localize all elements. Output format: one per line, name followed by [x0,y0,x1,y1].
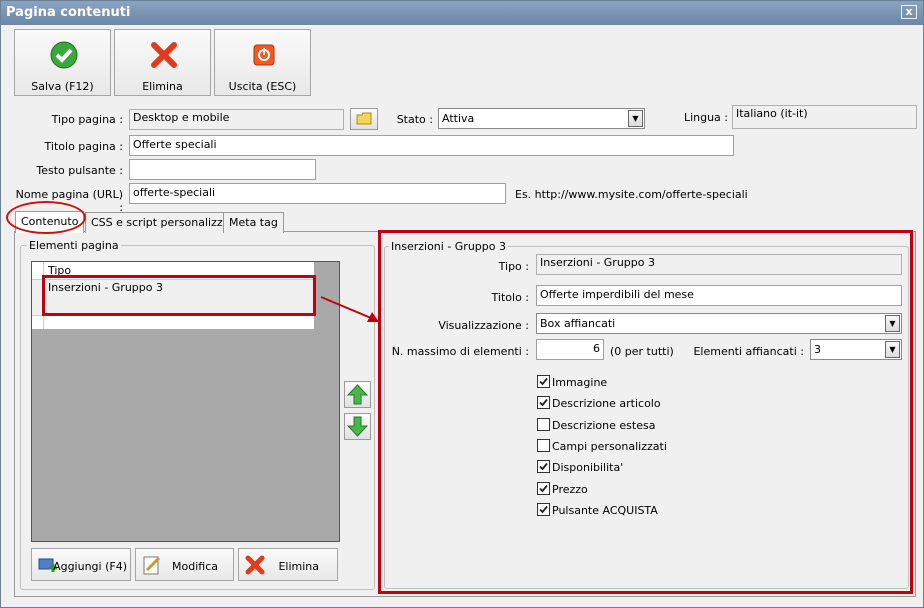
testo-pulsante-input[interactable] [129,159,316,180]
titolo-pagina-label: Titolo pagina : [44,140,123,153]
max-elementi-label: N. massimo di elementi : [391,345,529,358]
checkbox[interactable] [537,481,550,495]
url-example-text: Es. http://www.mysite.com/offerte-specia… [515,188,748,201]
affiancati-select[interactable]: 3 ▼ [810,339,902,360]
checkbox-label: Descrizione articolo [552,397,661,411]
checkbox[interactable] [537,438,550,452]
browse-button[interactable] [350,108,378,130]
titolo-input[interactable]: Offerte imperdibili del mese [536,285,902,306]
add-element-button[interactable]: Aggiungi (F4) [31,548,131,581]
checkbox-label: Immagine [552,376,608,389]
stato-label: Stato : [396,113,433,126]
check-icon [539,463,548,471]
details-group-title: Inserzioni - Gruppo 3 [389,240,508,253]
checkbox-label: Disponibilita' [552,461,624,475]
power-icon [253,44,275,66]
checkbox[interactable] [537,417,550,431]
title-bar: Pagina contenuti x [1,1,923,25]
lingua-label: Lingua : [683,111,728,124]
testo-pulsante-label: Testo pulsante : [36,164,123,177]
window-title: Pagina contenuti [6,5,131,20]
add-element-label: Aggiungi (F4) [53,560,127,573]
delete-element-button[interactable]: Elimina [238,548,338,581]
lingua-field: Italiano (it-it) [732,105,917,129]
arrow-down-icon [347,416,368,437]
max-elementi-hint: (0 per tutti) [610,345,674,358]
elements-group-title: Elementi pagina [27,239,121,252]
move-up-button[interactable] [344,381,371,408]
checkbox[interactable] [537,375,550,388]
chevron-down-icon: ▼ [885,341,900,358]
chevron-down-icon: ▼ [628,110,643,127]
checkbox-label: Prezzo [552,482,588,496]
visualizzazione-label: Visualizzazione : [438,319,529,332]
stato-value: Attiva [442,112,475,125]
delete-page-button[interactable]: Elimina [114,29,211,96]
delete-element-label: Elimina [278,560,319,573]
window: Pagina contenuti x Salva (F12) Elimina U… [0,0,924,608]
edit-element-label: Modifica [172,560,218,573]
titolo-pagina-input[interactable]: Offerte speciali [129,135,734,156]
check-icon [539,505,548,514]
move-down-button[interactable] [344,413,371,440]
checkbox[interactable] [537,396,550,410]
save-button[interactable]: Salva (F12) [14,29,111,96]
list-empty-row [32,316,314,329]
exit-button[interactable]: Uscita (ESC) [214,29,311,96]
delete-x-icon [151,42,177,68]
tipo-label: Tipo : [498,260,529,273]
checkbox[interactable] [537,502,550,516]
tab-meta-tag[interactable]: Meta tag [223,212,284,233]
visualizzazione-value: Box affiancati [540,317,616,330]
tab-css-script[interactable]: CSS e script personalizzati [85,212,243,233]
highlight-ellipse [6,201,86,234]
nome-pagina-input[interactable]: offerte-speciali [129,183,506,204]
checkbox-label: Pulsante ACQUISTA [552,503,658,517]
highlight-rectangle [42,275,316,316]
edit-element-button[interactable]: Modifica [135,548,234,581]
chevron-down-icon: ▼ [885,315,900,332]
check-icon [539,399,548,407]
delete-label: Elimina [142,80,183,93]
checkbox-label: Descrizione estesa [552,418,656,432]
checkbox[interactable] [537,460,550,474]
arrow-up-icon [347,384,368,405]
exit-label: Uscita (ESC) [228,80,297,93]
titolo-label: Titolo : [491,291,529,304]
max-elementi-input[interactable]: 6 [536,339,604,360]
tipo-pagina-label: Tipo pagina : [51,113,123,126]
check-icon [539,484,548,492]
affiancati-value: 3 [814,343,821,356]
close-button[interactable]: x [901,5,917,19]
checkmark-icon [50,41,78,69]
visualizzazione-select[interactable]: Box affiancati ▼ [536,313,902,334]
checkbox-label: Campi personalizzati [552,439,667,453]
save-label: Salva (F12) [31,80,94,93]
affiancati-label: Elementi affiancati : [693,345,804,358]
folder-icon [356,112,372,125]
connector-arrow-icon [320,296,379,322]
check-icon [539,377,548,386]
tipo-field: Inserzioni - Gruppo 3 [536,254,902,275]
stato-select[interactable]: Attiva ▼ [438,108,645,129]
tipo-pagina-field: Desktop e mobile [129,109,344,130]
